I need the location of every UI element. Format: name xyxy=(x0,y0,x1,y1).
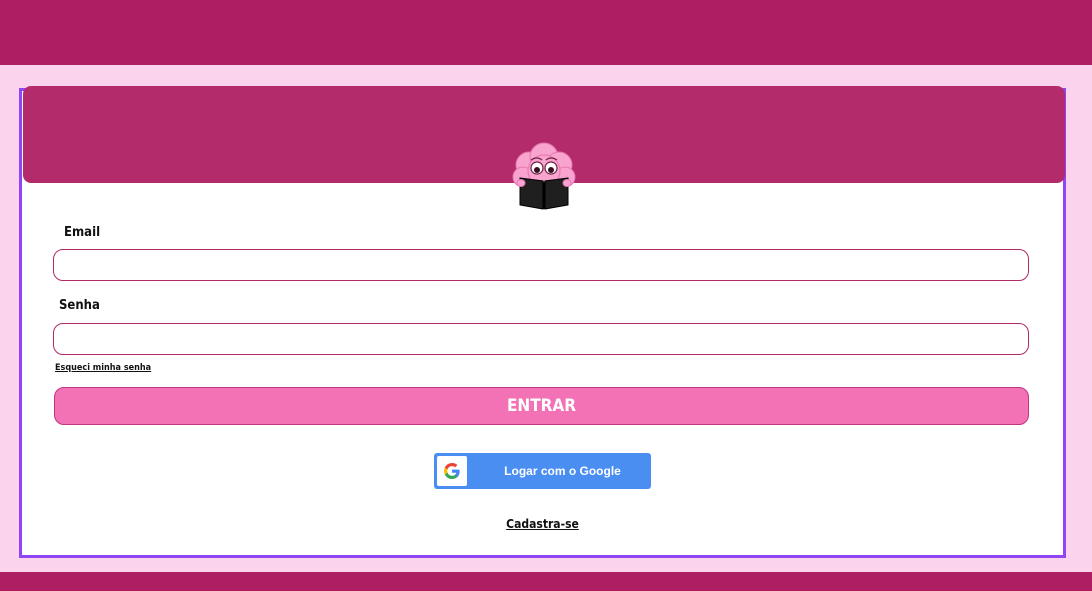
google-login-label: Logar com o Google xyxy=(504,464,621,478)
login-card: Email Senha Esqueci minha senha ENTRAR L… xyxy=(19,86,1066,558)
email-input[interactable] xyxy=(53,249,1029,281)
top-bar xyxy=(0,0,1092,65)
bottom-bar xyxy=(0,572,1092,591)
brain-reading-book-icon xyxy=(512,142,576,210)
email-label: Email xyxy=(64,225,101,240)
google-login-button[interactable]: Logar com o Google xyxy=(434,453,651,489)
password-label: Senha xyxy=(59,298,100,313)
signup-link[interactable]: Cadastra-se xyxy=(506,517,579,531)
enter-button[interactable]: ENTRAR xyxy=(54,387,1029,425)
password-input[interactable] xyxy=(53,323,1029,355)
google-logo-icon xyxy=(437,456,467,486)
forgot-password-link[interactable]: Esqueci minha senha xyxy=(55,363,151,373)
signup-row: Cadastra-se xyxy=(22,517,1063,531)
